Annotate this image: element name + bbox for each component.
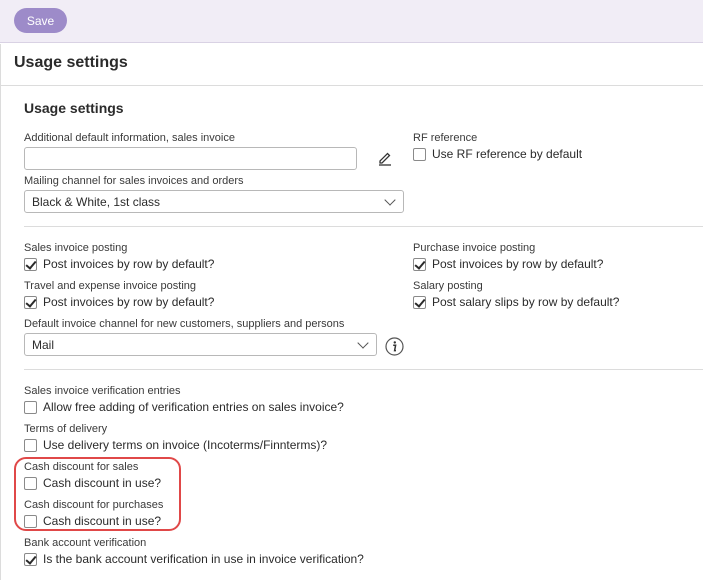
section-title: Usage settings [24,100,124,116]
default-channel-label: Default invoice channel for new customer… [24,318,345,330]
purchase-posting-text: Post invoices by row by default? [432,257,604,271]
rf-reference-label: RF reference [413,132,478,144]
salary-posting-option[interactable]: Post salary slips by row by default? [413,295,619,309]
sales-posting-option[interactable]: Post invoices by row by default? [24,257,214,271]
delivery-terms-option[interactable]: Use delivery terms on invoice (Incoterms… [24,438,327,452]
save-button[interactable]: Save [14,8,67,33]
verification-entries-option[interactable]: Allow free adding of verification entrie… [24,400,344,414]
mailing-channel-select[interactable]: Black & White, 1st class [24,190,404,213]
chevron-down-icon [357,337,369,349]
salary-posting-checkbox[interactable] [413,295,426,309]
rf-reference-checkbox[interactable] [413,147,426,161]
cash-discount-sales-label: Cash discount for sales [24,461,139,473]
mailing-channel-label: Mailing channel for sales invoices and o… [24,175,244,187]
travel-posting-label: Travel and expense invoice posting [24,280,197,292]
sales-posting-checkbox[interactable] [24,257,37,271]
salary-posting-text: Post salary slips by row by default? [432,295,620,309]
default-channel-select[interactable]: Mail [24,333,377,356]
bank-verification-option[interactable]: Is the bank account verification in use … [24,552,364,566]
rf-reference-text: Use RF reference by default [432,147,583,161]
verification-entries-text: Allow free adding of verification entrie… [43,400,344,414]
cash-discount-sales-option[interactable]: Cash discount in use? [24,476,161,490]
cash-discount-purchases-checkbox[interactable] [24,514,37,528]
pencil-icon[interactable] [377,150,393,166]
cash-discount-purchases-label: Cash discount for purchases [24,499,164,511]
bank-verification-label: Bank account verification [24,537,147,549]
mailing-channel-value: Black & White, 1st class [32,194,161,209]
info-icon[interactable] [385,337,404,356]
rf-reference-option[interactable]: Use RF reference by default [413,147,582,161]
delivery-terms-label: Terms of delivery [24,423,108,435]
delivery-terms-text: Use delivery terms on invoice (Incoterms… [43,438,328,452]
cash-discount-purchases-text: Cash discount in use? [43,514,162,528]
verification-entries-label: Sales invoice verification entries [24,385,181,397]
cash-discount-sales-text: Cash discount in use? [43,476,162,490]
salary-posting-label: Salary posting [413,280,483,292]
additional-info-label: Additional default information, sales in… [24,132,235,144]
sales-posting-label: Sales invoice posting [24,242,128,254]
divider [24,226,703,227]
delivery-terms-checkbox[interactable] [24,438,37,452]
travel-posting-option[interactable]: Post invoices by row by default? [24,295,214,309]
toolbar: Save [0,0,703,43]
default-channel-value: Mail [32,337,55,352]
verification-entries-checkbox[interactable] [24,400,37,414]
purchase-posting-checkbox[interactable] [413,257,426,271]
bank-verification-text: Is the bank account verification in use … [43,552,364,566]
purchase-posting-option[interactable]: Post invoices by row by default? [413,257,603,271]
additional-info-input[interactable] [24,147,357,170]
travel-posting-text: Post invoices by row by default? [43,295,215,309]
title-divider [0,85,703,86]
travel-posting-checkbox[interactable] [24,295,37,309]
page-title: Usage settings [14,54,128,71]
cash-discount-purchases-option[interactable]: Cash discount in use? [24,514,161,528]
divider [24,369,703,370]
bank-verification-checkbox[interactable] [24,552,37,566]
sales-posting-text: Post invoices by row by default? [43,257,215,271]
chevron-down-icon [384,194,396,206]
purchase-posting-label: Purchase invoice posting [413,242,536,254]
cash-discount-sales-checkbox[interactable] [24,476,37,490]
left-border [0,44,1,580]
